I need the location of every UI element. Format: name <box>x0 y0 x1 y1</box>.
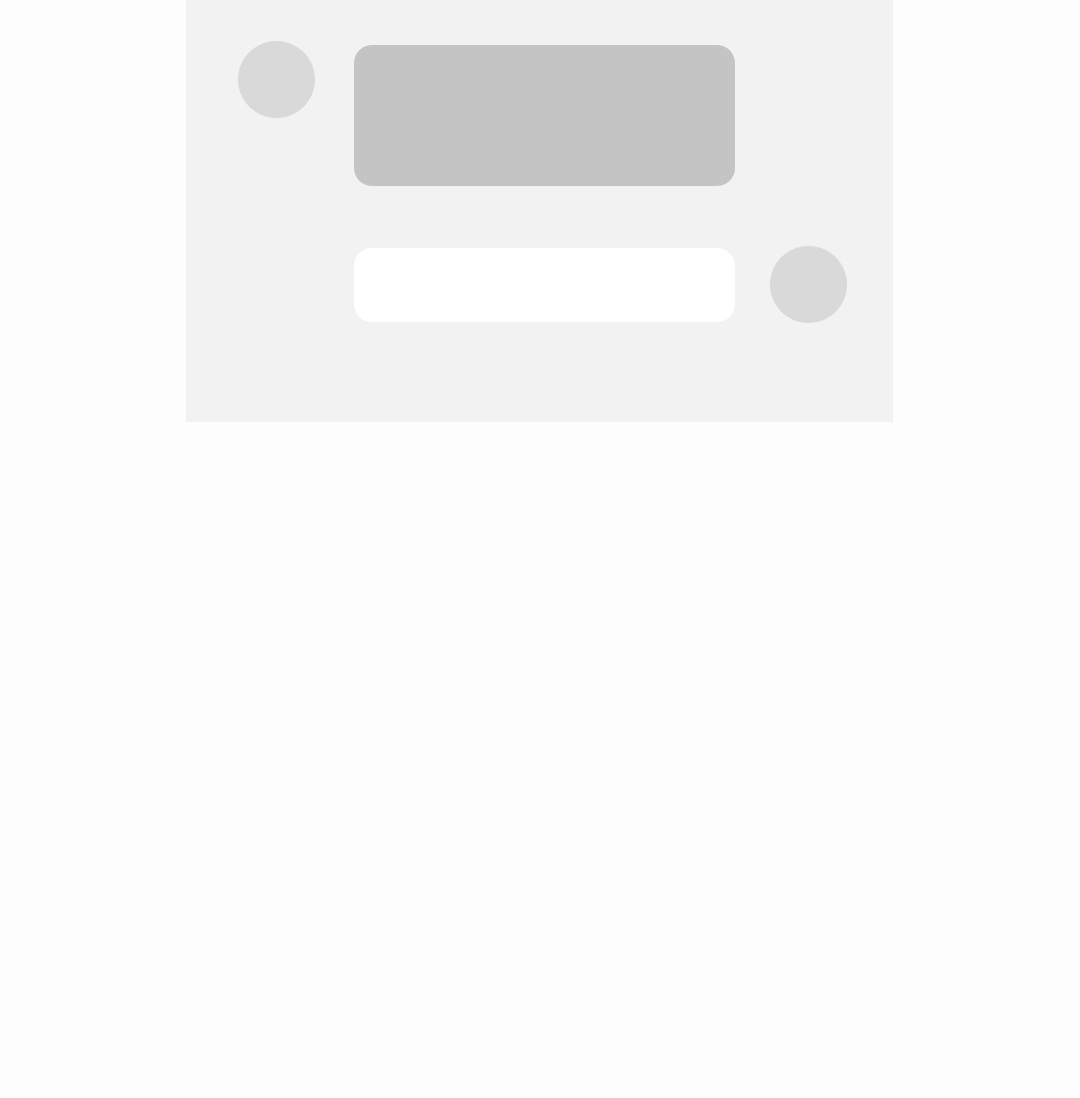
sent-message-bubble <box>354 248 735 322</box>
chat-panel <box>186 0 893 422</box>
user-avatar-icon <box>770 246 847 323</box>
page <box>0 0 1080 1098</box>
contact-avatar-icon <box>238 41 315 118</box>
received-message-bubble <box>354 45 735 186</box>
